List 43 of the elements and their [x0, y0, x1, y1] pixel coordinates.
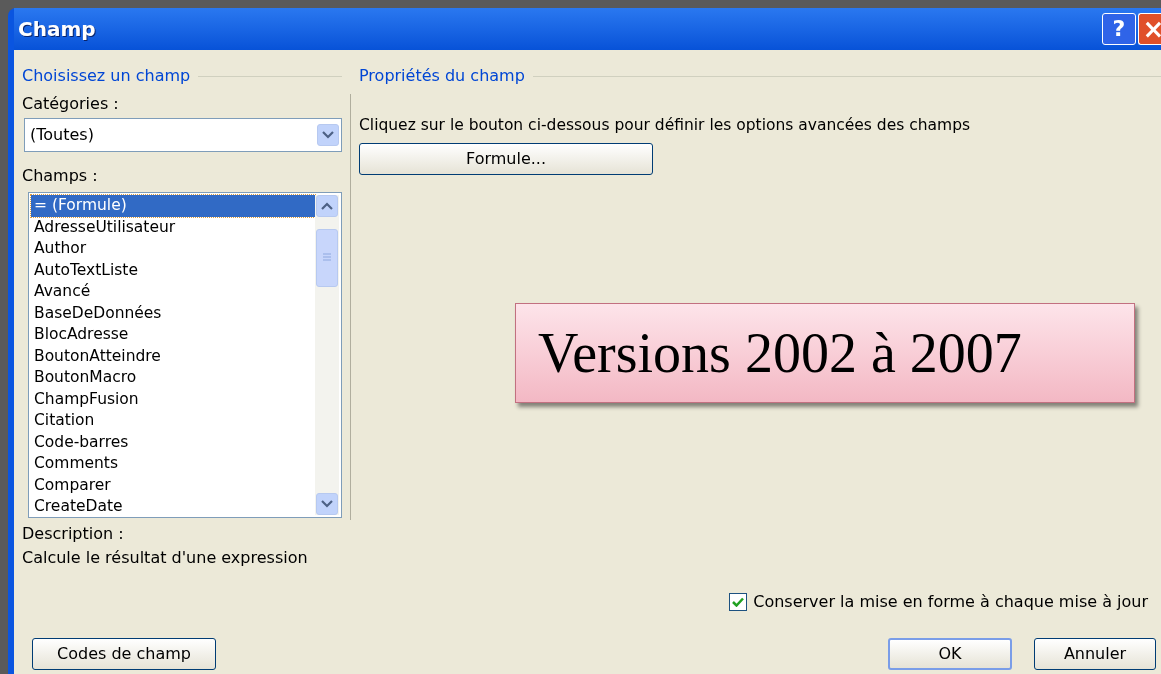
- list-item[interactable]: = (Formule): [31, 195, 315, 217]
- list-item[interactable]: BoutonMacro: [31, 367, 315, 389]
- scroll-up-button[interactable]: [316, 195, 338, 217]
- grip-icon: [322, 253, 332, 263]
- scroll-down-button[interactable]: [316, 493, 338, 515]
- checkmark-icon: [732, 597, 745, 607]
- categories-label: Catégories :: [22, 93, 120, 115]
- fields-label: Champs :: [22, 165, 99, 187]
- scroll-down-button[interactable]: [317, 124, 339, 146]
- categories-dropdown[interactable]: (Toutes): [24, 118, 342, 152]
- caret-up-icon: [321, 202, 333, 210]
- caret-down-icon: [321, 500, 333, 508]
- checkbox-label: Conserver la mise en forme à chaque mise à jour: [753, 591, 1148, 613]
- instruction-text: Cliquez sur le bouton ci-dessous pour définir les options avancées des champs: [359, 115, 972, 136]
- formula-button[interactable]: Formule...: [359, 143, 653, 176]
- help-button[interactable]: ?: [1102, 13, 1136, 45]
- cancel-button[interactable]: Annuler: [1034, 638, 1156, 670]
- dropdown-value: (Toutes): [30, 124, 94, 146]
- section-heading: Choisissez un champ: [22, 65, 191, 87]
- caret-down-icon: [322, 131, 334, 139]
- list-item[interactable]: BlocAdresse: [31, 324, 315, 346]
- list-item[interactable]: BaseDeDonnées: [31, 302, 315, 324]
- list-item[interactable]: Avancé: [31, 281, 315, 303]
- section-heading: Propriétés du champ: [359, 65, 525, 87]
- list-item[interactable]: Code-barres: [31, 431, 315, 453]
- list-item[interactable]: CreateDate: [31, 496, 315, 518]
- list-item[interactable]: BoutonAtteindre: [31, 345, 315, 367]
- list-item[interactable]: Author: [31, 238, 315, 260]
- window-title: Champ: [18, 16, 96, 43]
- scroll-thumb[interactable]: [316, 229, 338, 287]
- list-item[interactable]: Comments: [31, 453, 315, 475]
- ok-button[interactable]: OK: [888, 638, 1012, 670]
- version-label: Versions 2002 à 2007: [515, 303, 1135, 403]
- list-item[interactable]: Comparer: [31, 474, 315, 496]
- list-item[interactable]: ChampFusion: [31, 388, 315, 410]
- list-item[interactable]: AdresseUtilisateur: [31, 216, 315, 238]
- keep-format-checkbox[interactable]: [729, 593, 748, 611]
- list-item[interactable]: AutoTextListe: [31, 259, 315, 281]
- close-button[interactable]: ×: [1138, 13, 1161, 45]
- field-codes-button[interactable]: Codes de champ: [32, 638, 216, 670]
- description-label: Description :: [22, 523, 125, 545]
- description-text: Calcule le résultat d'une expression: [22, 547, 309, 569]
- list-item[interactable]: Citation: [31, 410, 315, 432]
